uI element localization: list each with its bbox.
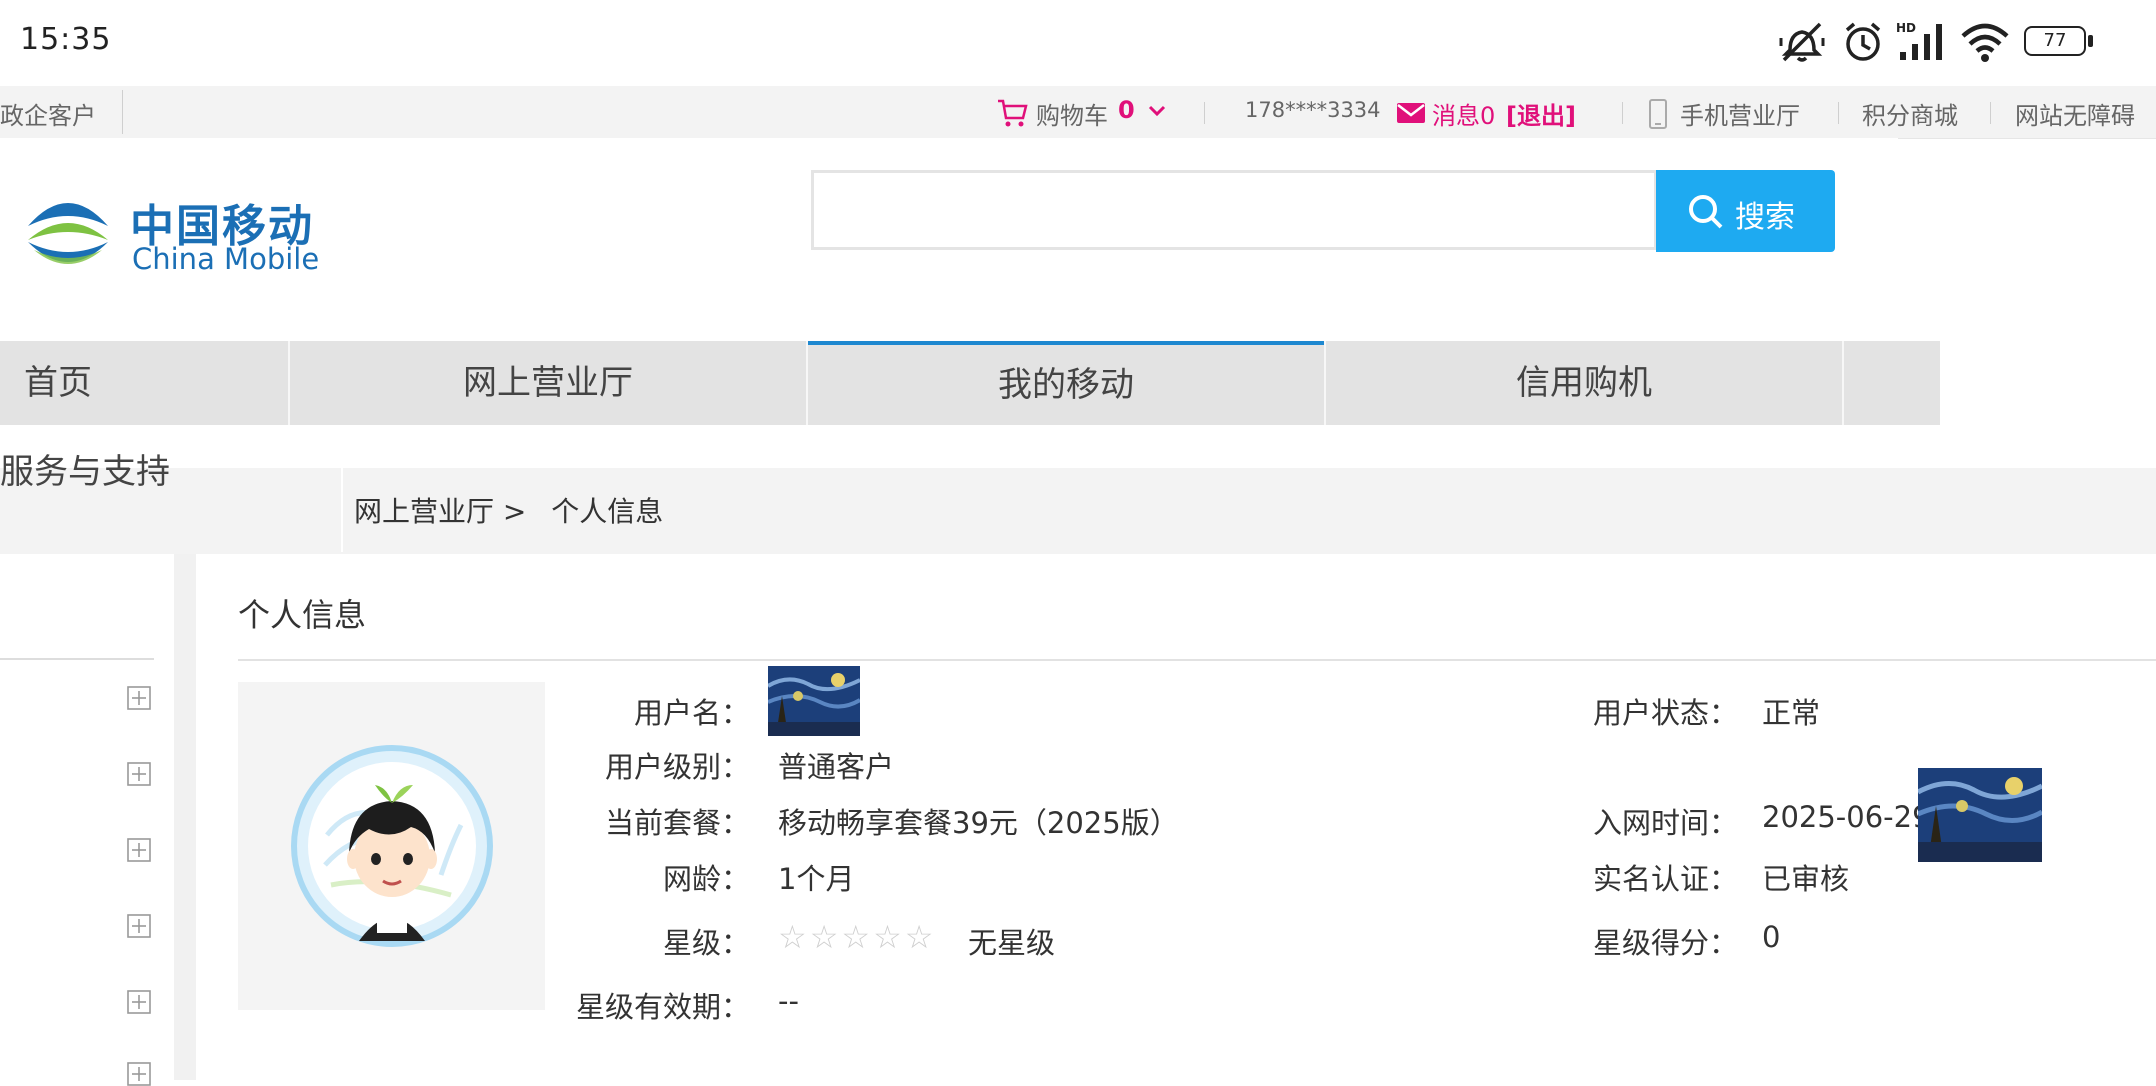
search-input[interactable] [811, 170, 1657, 250]
user-level-value: 普通客户 [778, 750, 895, 784]
join-date-label: 入网时间： [1592, 806, 1738, 840]
top-utility-bar: 政企客户 购物车 0 178****3334 消息0 [退出] 手机营业厅 积分… [0, 86, 2156, 139]
panel-title: 个人信息 [238, 596, 367, 634]
user-status-label: 用户状态： [1592, 696, 1738, 730]
star-score-value: 0 [1762, 920, 1781, 954]
user-status-value: 正常 [1762, 696, 1821, 730]
divider [341, 466, 343, 552]
expand-icon[interactable] [127, 686, 151, 710]
join-date-value: 2025-06-29 [1762, 800, 1931, 834]
enterprise-customer-link[interactable]: 政企客户 [0, 96, 96, 131]
tab-home[interactable]: 首页 [0, 341, 288, 425]
tab-online-hall[interactable]: 网上营业厅 [290, 341, 806, 425]
cart-label: 购物车 [1036, 102, 1108, 130]
breadcrumb: 网上营业厅 > 个人信息 [354, 490, 663, 530]
username-label: 用户名： [633, 696, 750, 730]
expand-icon[interactable] [127, 914, 151, 938]
star-icon: ☆ [904, 918, 937, 956]
current-plan-label: 当前套餐： [604, 806, 750, 840]
search-button-label: 搜索 [1735, 200, 1795, 235]
tab-service-support[interactable]: 服务与支持 [0, 444, 170, 493]
accessibility-link[interactable]: 网站无障碍 [2015, 96, 2135, 131]
logo-mark-icon [28, 203, 108, 264]
search-icon [1689, 195, 1723, 229]
expand-icon[interactable] [127, 1062, 151, 1086]
logo-text-en: China Mobile [132, 242, 320, 276]
decorative-image [1918, 768, 2042, 862]
star-validity-value: -- [778, 984, 799, 1018]
mail-icon [1397, 103, 1425, 123]
messages-label: 消息0 [1432, 102, 1496, 130]
star-icon: ☆ [809, 918, 842, 956]
avatar-container [238, 682, 545, 1010]
phone-number: 178****3334 [1245, 98, 1381, 122]
divider [1990, 102, 1991, 124]
china-mobile-logo[interactable]: 中国移动 China Mobile [20, 186, 320, 286]
chevron-down-icon[interactable] [1148, 104, 1166, 118]
expand-icon[interactable] [127, 990, 151, 1014]
phone-icon [1649, 99, 1667, 129]
star-score-label: 星级得分： [1592, 926, 1738, 960]
star-rating: ☆☆☆☆☆ [778, 918, 936, 956]
expand-icon[interactable] [127, 762, 151, 786]
alarm-icon [1845, 22, 1881, 61]
user-level-label: 用户级别： [604, 750, 750, 784]
hd-signal-icon: HD [1896, 21, 1942, 60]
username-image [768, 666, 860, 736]
expand-icon[interactable] [127, 838, 151, 862]
breadcrumb-parent[interactable]: 网上营业厅 > [354, 495, 526, 528]
sidebar-gutter [174, 554, 196, 1080]
avatar[interactable] [291, 745, 493, 947]
divider [238, 659, 2156, 661]
divider [1622, 102, 1623, 124]
network-age-value: 1个月 [778, 862, 855, 896]
divider [1204, 102, 1205, 124]
current-plan-value: 移动畅享套餐39元（2025版） [778, 806, 1179, 840]
star-level-value: 无星级 [968, 926, 1056, 960]
divider [122, 90, 123, 134]
realname-label: 实名认证： [1592, 862, 1738, 896]
realname-value: 已审核 [1762, 862, 1850, 896]
nav-overflow-strip [0, 425, 1898, 467]
star-level-label: 星级： [662, 926, 750, 960]
search-button[interactable]: 搜索 [1656, 170, 1835, 252]
cart-count: 0 [1118, 96, 1135, 124]
divider [1842, 341, 1844, 425]
main-nav: 首页 网上营业厅 我的移动 信用购机 [0, 341, 1940, 425]
star-icon: ☆ [873, 918, 905, 956]
star-icon: ☆ [841, 918, 874, 956]
mobile-hall-label: 手机营业厅 [1680, 102, 1800, 130]
network-age-label: 网龄： [662, 862, 750, 896]
wifi-icon [1961, 23, 2009, 62]
divider [1838, 102, 1839, 124]
breadcrumb-current: 个人信息 [551, 495, 664, 528]
divider [0, 658, 154, 660]
battery-level: 77 [2043, 30, 2067, 51]
mute-vibrate-icon [1779, 22, 1825, 62]
tab-my-mobile[interactable]: 我的移动 [808, 341, 1324, 425]
svg-text:HD: HD [1896, 21, 1916, 35]
cart-icon [998, 99, 1028, 127]
status-time: 15:35 [20, 22, 112, 57]
breadcrumb-bar [0, 468, 2156, 554]
tab-credit-phone[interactable]: 信用购机 [1326, 341, 1842, 425]
battery-icon: 77 [2024, 26, 2094, 58]
points-mall-link[interactable]: 积分商城 [1862, 96, 1958, 131]
status-bar: 15:35 HD 77 [0, 0, 2156, 86]
logout-link[interactable]: [退出] [1506, 96, 1576, 131]
star-validity-label: 星级有效期： [575, 990, 750, 1024]
star-icon: ☆ [778, 918, 810, 956]
